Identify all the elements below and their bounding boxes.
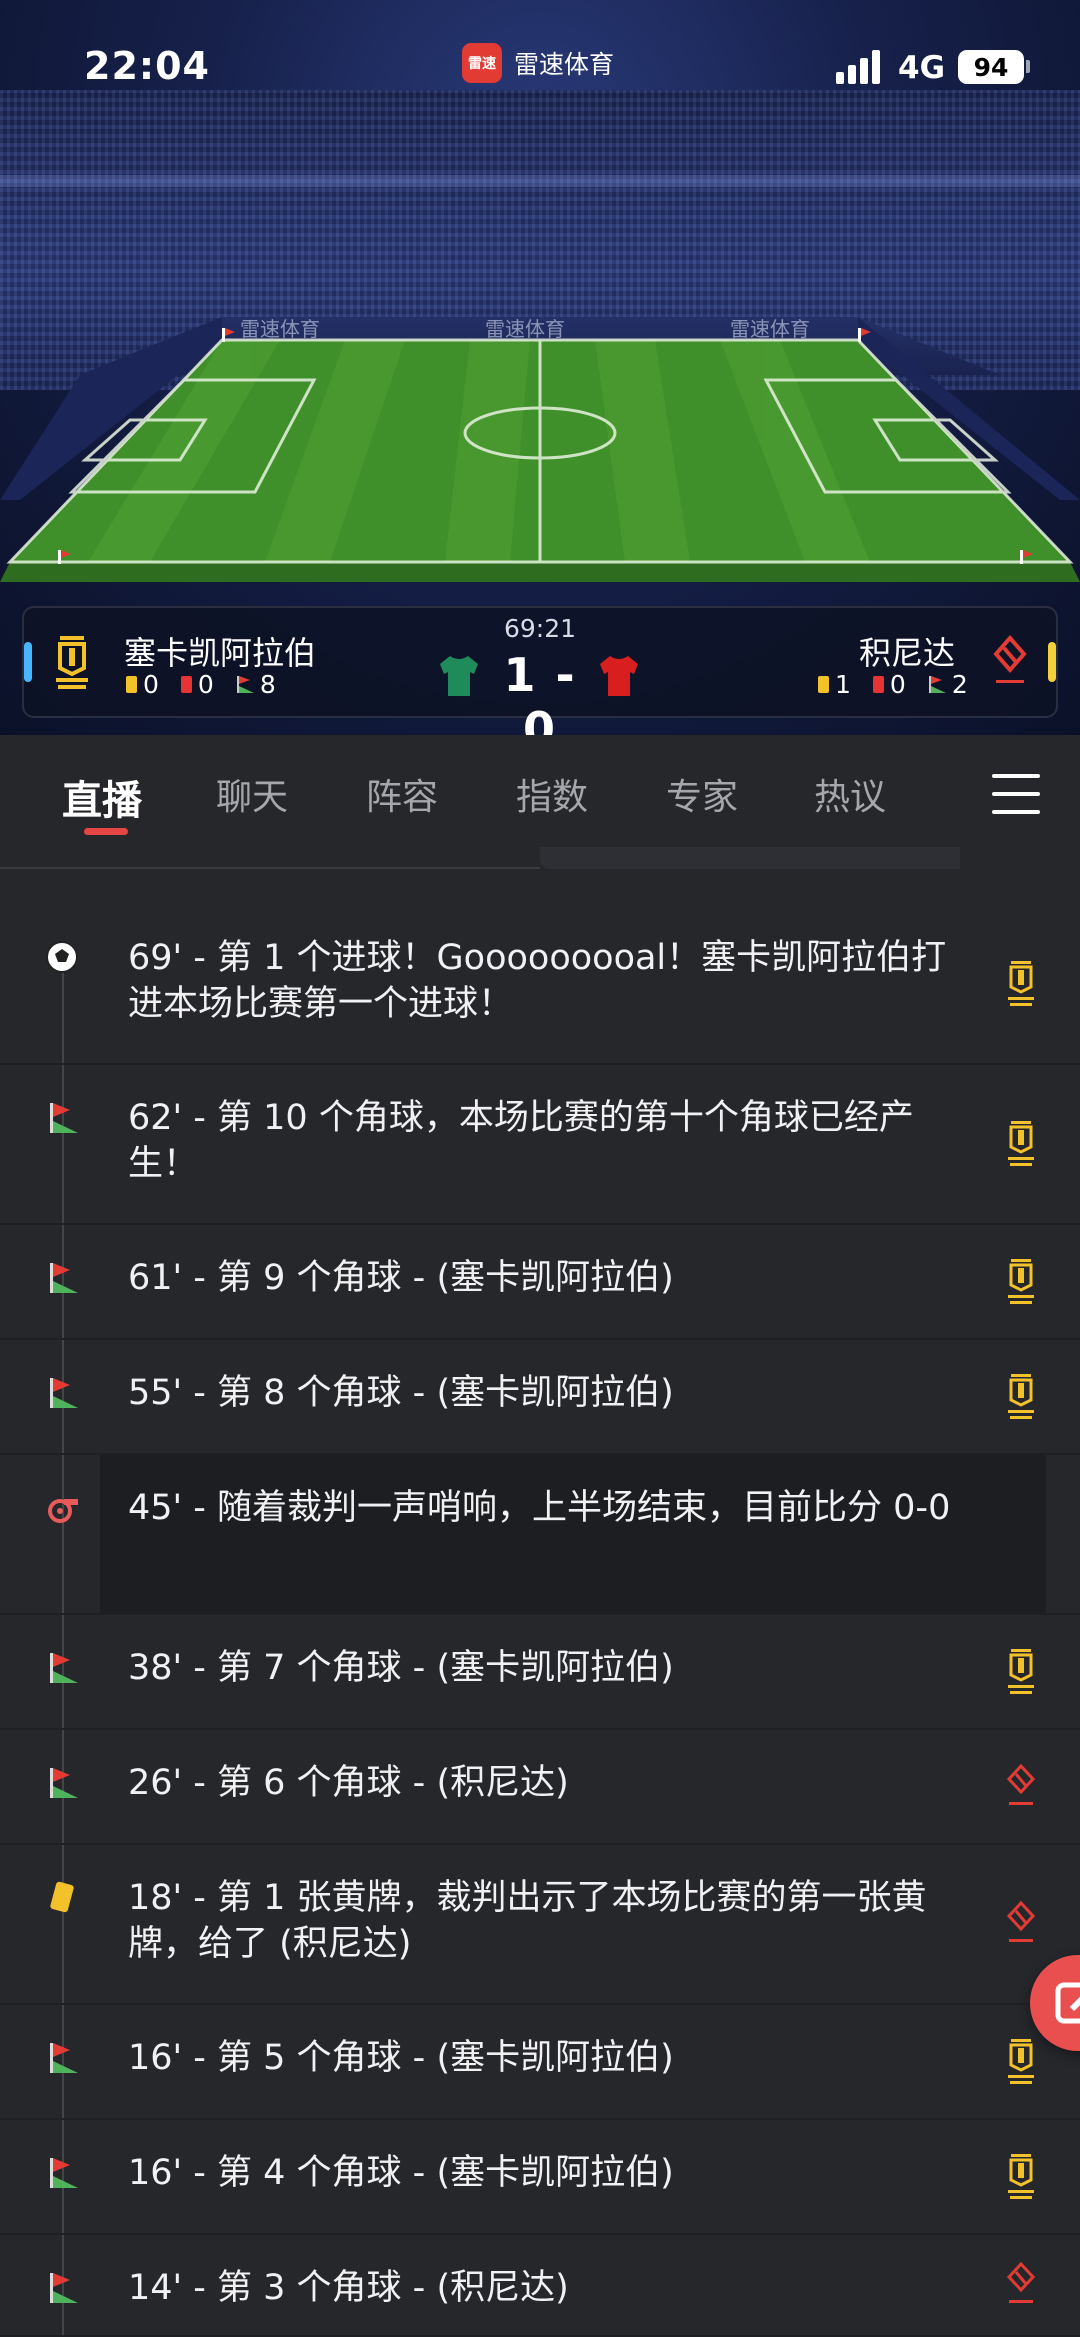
away-corner-count: 2 — [951, 670, 968, 699]
away-team-logo — [1006, 1900, 1036, 1942]
tab-chat[interactable]: 聊天 — [216, 768, 288, 820]
home-team-logo — [1008, 1649, 1034, 1694]
home-color-bar — [24, 642, 32, 682]
event-text: 45' - 随着裁判一声哨响，上半场结束，目前比分 0-0 — [128, 1488, 951, 1528]
away-team-logo[interactable] — [990, 634, 1030, 692]
tab-odds[interactable]: 指数 — [516, 768, 588, 820]
tab-live[interactable]: 直播 — [62, 768, 142, 826]
event-row[interactable]: 18' - 第 1 张黄牌，裁判出示了本场比赛的第一张黄牌，给了 (积尼达) — [0, 1845, 1080, 2005]
yellow-card-icon — [818, 676, 829, 693]
event-row[interactable]: 14' - 第 3 个角球 - (积尼达) — [0, 2235, 1080, 2337]
ad-text: 雷速体育 — [485, 317, 565, 341]
stadium-rim — [0, 175, 1080, 187]
signal-icon — [836, 50, 882, 84]
event-row[interactable]: 26' - 第 6 个角球 - (积尼达) — [0, 1730, 1080, 1845]
corner-flag-icon — [928, 676, 946, 693]
match-header: 雷速体育 雷速体育 雷速体育 22:04 雷速 雷速体育 4G 94 塞卡凯阿拉… — [0, 0, 1080, 735]
corner-flag-icon — [50, 1653, 78, 1683]
app-logo: 雷速 — [462, 43, 502, 83]
active-tab-indicator — [84, 828, 128, 835]
subtab-left[interactable] — [0, 847, 540, 869]
status-time: 22:04 — [84, 44, 210, 88]
away-kit-icon — [600, 656, 638, 696]
home-team-logo — [1008, 1374, 1034, 1419]
event-row[interactable]: 16' - 第 5 个角球 - (塞卡凯阿拉伯) — [0, 2005, 1080, 2120]
yellow-card-icon — [50, 1881, 74, 1913]
home-kit-icon — [440, 656, 478, 696]
corner-flag-icon — [50, 1103, 78, 1133]
corner-flag-icon — [50, 1378, 78, 1408]
subtab-right[interactable] — [540, 847, 960, 869]
event-row[interactable]: 45' - 随着裁判一声哨响，上半场结束，目前比分 0-0 — [0, 1455, 1080, 1615]
home-red-count: 0 — [197, 670, 214, 699]
away-team-logo — [1006, 2261, 1036, 2303]
battery-icon: 94 — [958, 50, 1024, 84]
status-bar: 22:04 雷速 雷速体育 4G 94 — [0, 0, 1080, 130]
yellow-card-icon — [126, 676, 137, 693]
event-text: 18' - 第 1 张黄牌，裁判出示了本场比赛的第一张黄牌，给了 (积尼达) — [128, 1878, 927, 1964]
away-red-count: 0 — [889, 670, 906, 699]
home-team-logo[interactable] — [52, 634, 92, 692]
event-text: 55' - 第 8 个角球 - (塞卡凯阿拉伯) — [128, 1373, 674, 1413]
red-card-icon — [872, 676, 884, 693]
home-team-logo — [1008, 2154, 1034, 2199]
event-highlight-bg — [100, 1455, 1046, 1615]
event-text: 16' - 第 4 个角球 - (塞卡凯阿拉伯) — [128, 2153, 674, 2193]
away-stats: 1 0 2 — [818, 670, 968, 699]
match-score: 1 - 0 — [503, 648, 577, 735]
away-team-logo — [1006, 1763, 1036, 1805]
event-text: 26' - 第 6 个角球 - (积尼达) — [128, 1763, 569, 1803]
match-clock: 69:21 — [503, 614, 577, 643]
event-text: 38' - 第 7 个角球 - (塞卡凯阿拉伯) — [128, 1648, 674, 1688]
corner-flag-icon — [50, 2158, 78, 2188]
home-team-logo — [1008, 1259, 1034, 1304]
home-team-logo — [1008, 1121, 1034, 1166]
event-row[interactable]: 69' - 第 1 个进球！Gooooooooal！塞卡凯阿拉伯打进本场比赛第一… — [0, 905, 1080, 1065]
whistle-icon — [48, 1499, 78, 1523]
app-name: 雷速体育 — [514, 50, 615, 79]
red-card-icon — [180, 676, 192, 693]
home-team-logo — [1008, 2039, 1034, 2084]
event-text: 16' - 第 5 个角球 - (塞卡凯阿拉伯) — [128, 2038, 674, 2078]
corner-flag-icon — [50, 1263, 78, 1293]
app-badge: 雷速 雷速体育 — [462, 43, 614, 83]
home-corner-count: 8 — [259, 670, 276, 699]
corner-flag-icon — [50, 2043, 78, 2073]
away-color-bar — [1048, 642, 1056, 682]
menu-icon[interactable] — [992, 774, 1040, 814]
tab-lineup[interactable]: 阵容 — [366, 768, 438, 820]
corner-flag-icon — [236, 676, 254, 693]
pitch-illustration: 雷速体育 雷速体育 雷速体育 — [0, 317, 1080, 582]
football-icon — [46, 941, 78, 973]
event-text: 61' - 第 9 个角球 - (塞卡凯阿拉伯) — [128, 1258, 674, 1298]
home-team-logo — [1008, 961, 1034, 1006]
corner-flag-icon — [50, 1768, 78, 1798]
away-team-name[interactable]: 积尼达 — [740, 628, 955, 674]
tab-experts[interactable]: 专家 — [666, 768, 738, 820]
home-stats: 0 0 8 — [126, 670, 276, 699]
edit-icon — [1055, 1982, 1080, 2024]
event-row[interactable]: 38' - 第 7 个角球 - (塞卡凯阿拉伯) — [0, 1615, 1080, 1730]
ad-text: 雷速体育 — [240, 317, 320, 341]
event-row[interactable]: 62' - 第 10 个角球，本场比赛的第十个角球已经产生！ — [0, 1065, 1080, 1225]
tab-discussion[interactable]: 热议 — [814, 768, 886, 820]
event-text: 69' - 第 1 个进球！Gooooooooal！塞卡凯阿拉伯打进本场比赛第一… — [128, 938, 947, 1024]
event-row[interactable]: 61' - 第 9 个角球 - (塞卡凯阿拉伯) — [0, 1225, 1080, 1340]
ad-text: 雷速体育 — [730, 317, 810, 341]
event-text: 62' - 第 10 个角球，本场比赛的第十个角球已经产生！ — [128, 1098, 914, 1184]
away-yellow-count: 1 — [835, 670, 851, 699]
battery-tip — [1026, 60, 1030, 73]
home-team-name[interactable]: 塞卡凯阿拉伯 — [124, 628, 316, 674]
event-row[interactable]: 55' - 第 8 个角球 - (塞卡凯阿拉伯) — [0, 1340, 1080, 1455]
corner-flag-icon — [50, 2273, 78, 2303]
home-yellow-count: 0 — [143, 670, 159, 699]
event-text: 14' - 第 3 个角球 - (积尼达) — [128, 2268, 569, 2308]
event-row[interactable]: 16' - 第 4 个角球 - (塞卡凯阿拉伯) — [0, 2120, 1080, 2235]
network-type: 4G — [898, 50, 946, 86]
